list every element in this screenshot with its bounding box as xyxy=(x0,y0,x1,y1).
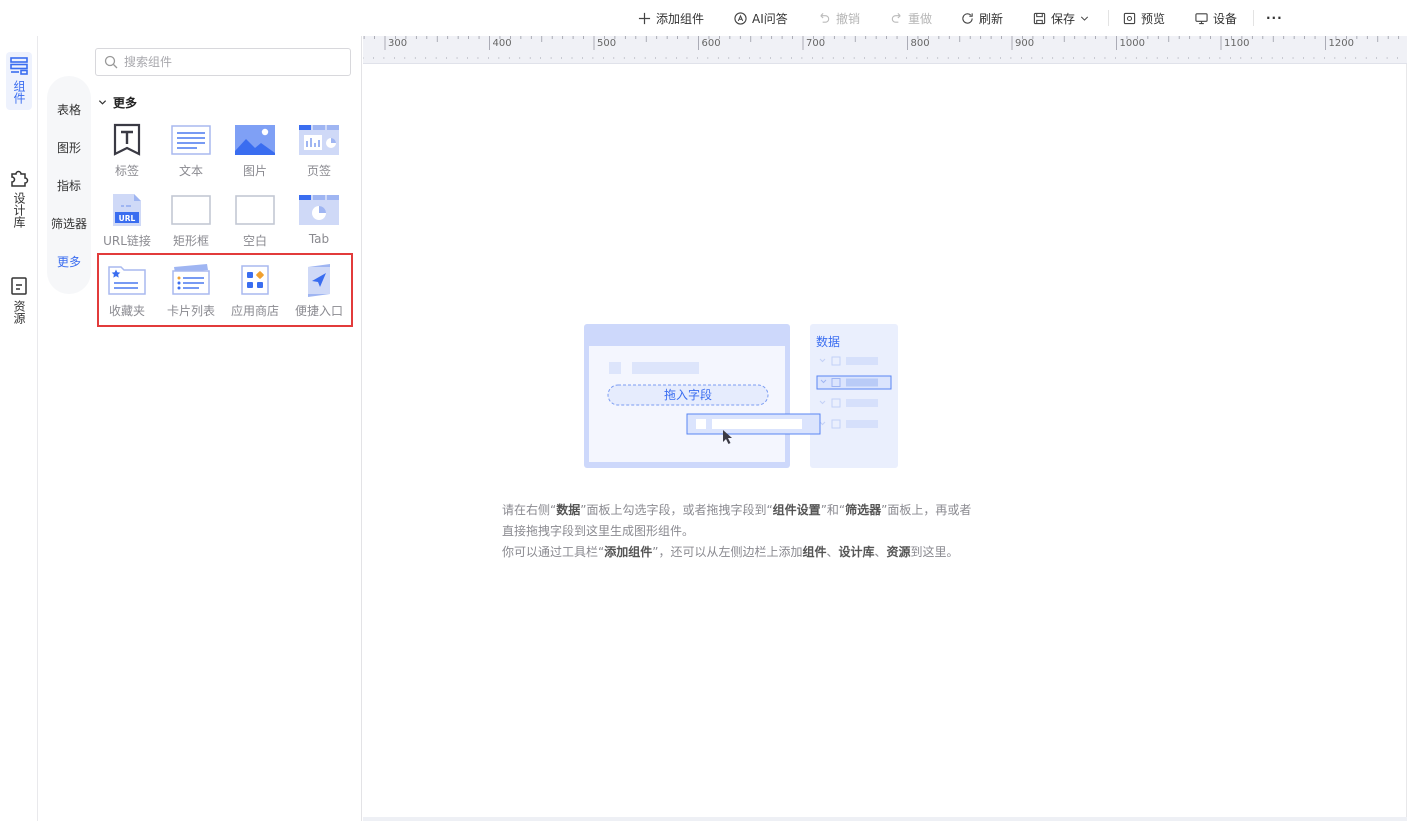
component-rectangle[interactable]: 矩形框 xyxy=(159,193,223,259)
toolbar-divider xyxy=(1108,10,1109,26)
refresh-icon xyxy=(962,12,973,24)
tab-icon xyxy=(299,195,339,225)
drag-field-illustration: 拖入字段 数据 xyxy=(584,324,898,468)
component-tab-label: Tab xyxy=(308,232,330,246)
component-url-link-label: URL链接 xyxy=(103,234,151,248)
ai-icon xyxy=(734,11,747,25)
category-table[interactable]: 表格 xyxy=(47,101,91,118)
rail-item-components[interactable]: 组件 xyxy=(6,52,32,110)
component-image-label: 图片 xyxy=(242,164,267,178)
url-badge-text: URL xyxy=(119,214,136,223)
component-tab-page-label: 页签 xyxy=(306,164,331,178)
preview-icon xyxy=(1123,12,1136,24)
add-component-label: 添加组件 xyxy=(656,11,705,26)
left-icon-rail: 组件 设计库 资源 xyxy=(0,36,38,821)
add-component-button[interactable]: 添加组件 xyxy=(638,9,704,27)
highlight-box xyxy=(97,253,353,327)
toolbar-divider xyxy=(1253,10,1254,26)
component-image[interactable]: 图片 xyxy=(223,123,287,189)
refresh-button[interactable]: 刷新 xyxy=(961,9,1003,27)
hint-line-1: 请在右侧“数据”面板上勾选字段，或者拖拽字段到“组件设置”和“筛选器”面板上，再… xyxy=(502,503,972,538)
ruler-tick-label: 700 xyxy=(806,38,825,49)
data-panel-title: 数据 xyxy=(816,334,840,349)
category-more[interactable]: 更多 xyxy=(47,253,91,270)
search-icon xyxy=(104,55,118,69)
top-toolbar: 添加组件 AI问答 撤销 重做 刷新 保存 预览 设备 ··· xyxy=(0,0,1407,36)
component-category-nav: 表格 图形 指标 筛选器 更多 xyxy=(47,76,91,294)
component-text[interactable]: 文本 xyxy=(159,123,223,189)
redo-label: 重做 xyxy=(908,11,933,26)
ruler-tick-label: 500 xyxy=(597,38,616,49)
save-button[interactable]: 保存 xyxy=(1033,9,1089,27)
components-icon xyxy=(10,57,28,75)
rectangle-icon xyxy=(171,195,211,225)
component-tab[interactable]: Tab xyxy=(287,193,351,259)
redo-button[interactable]: 重做 xyxy=(890,9,932,27)
rail-item-resources[interactable]: 资源 xyxy=(6,272,32,330)
ruler-tick-label: 800 xyxy=(911,38,930,49)
component-tab-page[interactable]: 页签 xyxy=(287,123,351,189)
component-url-link[interactable]: URL URL链接 xyxy=(95,193,159,259)
component-search-input[interactable] xyxy=(124,55,344,69)
url-link-icon: URL xyxy=(113,194,141,226)
save-icon xyxy=(1033,12,1046,24)
group-header-more[interactable]: 更多 xyxy=(98,94,137,111)
component-text-label: 文本 xyxy=(178,164,203,178)
label-icon xyxy=(113,123,141,156)
drop-zone-label: 拖入字段 xyxy=(664,387,712,402)
group-title-label: 更多 xyxy=(113,96,138,110)
rail-label-design-library: 设计库 xyxy=(12,192,26,228)
rail-label-resources: 资源 xyxy=(12,300,26,324)
ruler-tick-label: 900 xyxy=(1015,38,1034,49)
monitor-icon xyxy=(1195,12,1208,24)
category-chart[interactable]: 图形 xyxy=(47,139,91,156)
device-label: 设备 xyxy=(1213,11,1238,26)
image-icon xyxy=(235,125,275,155)
undo-label: 撤销 xyxy=(836,11,861,26)
undo-icon xyxy=(820,12,830,23)
component-search-box[interactable] xyxy=(95,48,351,76)
undo-button[interactable]: 撤销 xyxy=(818,9,860,27)
category-filter[interactable]: 筛选器 xyxy=(47,215,91,232)
save-label: 保存 xyxy=(1051,11,1076,26)
empty-state-hint: 请在右侧“数据”面板上勾选字段，或者拖拽字段到“组件设置”和“筛选器”面板上，再… xyxy=(502,500,972,563)
plus-icon xyxy=(638,12,651,24)
empty-state-illustration: 拖入字段 数据 xyxy=(584,324,900,469)
ruler-tick-label: 1200 xyxy=(1329,38,1354,49)
tab-page-icon xyxy=(299,125,339,155)
ruler-tick-label: 300 xyxy=(388,38,407,49)
redo-icon xyxy=(891,12,901,23)
rail-label-components: 组件 xyxy=(12,80,26,104)
ruler-tick-label: 400 xyxy=(493,38,512,49)
text-icon xyxy=(171,125,211,155)
preview-button[interactable]: 预览 xyxy=(1123,9,1165,27)
ai-qa-button[interactable]: AI问答 xyxy=(734,9,788,27)
component-blank-label: 空白 xyxy=(242,234,267,248)
component-panel: 表格 图形 指标 筛选器 更多 更多 标签 文本 图片 xyxy=(38,36,362,821)
component-blank[interactable]: 空白 xyxy=(223,193,287,259)
blank-icon xyxy=(235,195,275,225)
canvas-bottom-edge xyxy=(363,817,1407,821)
category-metric[interactable]: 指标 xyxy=(47,177,91,194)
ai-qa-label: AI问答 xyxy=(752,11,788,26)
more-menu-button[interactable]: ··· xyxy=(1266,9,1283,27)
component-label-text: 标签 xyxy=(114,164,139,178)
chevron-down-icon xyxy=(98,100,107,105)
more-ellipsis-icon: ··· xyxy=(1266,11,1283,25)
ruler-tick-label: 1100 xyxy=(1224,38,1249,49)
chevron-down-icon[interactable] xyxy=(1080,14,1089,23)
refresh-label: 刷新 xyxy=(979,11,1004,26)
component-rectangle-label: 矩形框 xyxy=(172,234,209,248)
rail-item-design-library[interactable]: 设计库 xyxy=(6,164,32,234)
preview-label: 预览 xyxy=(1141,11,1166,26)
ruler-tick-label: 600 xyxy=(702,38,721,49)
resource-icon xyxy=(11,277,27,295)
puzzle-icon xyxy=(11,170,29,187)
ruler-ticks: 300 400 500 600 700 800 900 1000 1100 1200 xyxy=(363,36,1400,59)
component-label[interactable]: 标签 xyxy=(95,123,159,189)
device-button[interactable]: 设备 xyxy=(1195,9,1237,27)
ruler-tick-label: 1000 xyxy=(1120,38,1145,49)
hint-line-2: 你可以通过工具栏“添加组件”，还可以从左侧边栏上添加组件、设计库、资源到这里。 xyxy=(502,545,959,559)
horizontal-ruler: 300 400 500 600 700 800 900 1000 1100 1200 xyxy=(363,36,1407,64)
